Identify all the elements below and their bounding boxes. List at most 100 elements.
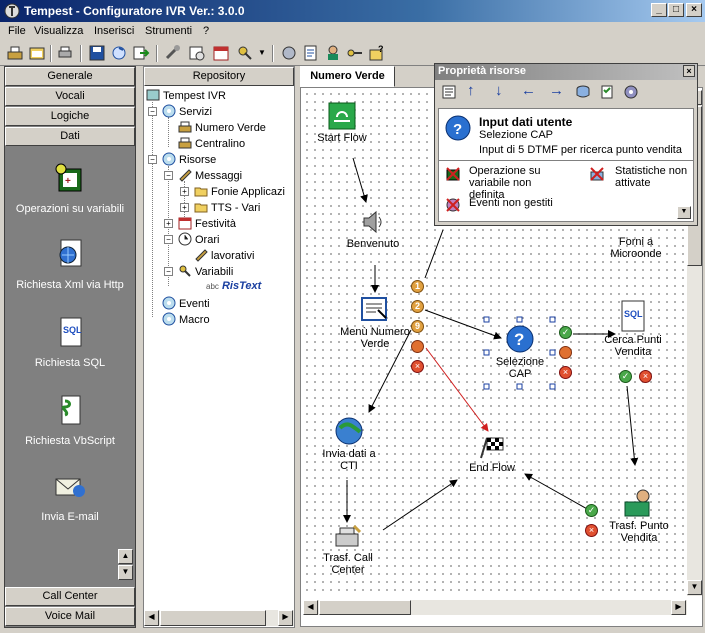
tree-node-festivita[interactable]: Festività: [178, 216, 236, 230]
error-icon[interactable]: ×: [639, 370, 652, 383]
error-icon[interactable]: ×: [559, 366, 572, 379]
gear-icon[interactable]: [623, 84, 639, 100]
tree-node-messaggi[interactable]: Messaggi: [178, 168, 242, 182]
validate-icon[interactable]: [188, 44, 206, 62]
tree-root[interactable]: Tempest IVR: [146, 88, 226, 102]
palette-item-richiesta-xml[interactable]: Richiesta Xml via Http: [5, 237, 135, 291]
node-start-flow[interactable]: Start Flow: [313, 102, 371, 144]
expander-messaggi[interactable]: −: [164, 171, 173, 180]
open-icon[interactable]: [28, 44, 46, 62]
node-benvenuto[interactable]: Benvenuto: [343, 208, 403, 250]
tree-node-numero-verde[interactable]: Numero Verde: [178, 120, 266, 134]
menu-visualizza[interactable]: Visualizza: [34, 25, 83, 37]
expander-festivita[interactable]: +: [164, 219, 173, 228]
scroll-thumb[interactable]: [160, 610, 266, 626]
menu-inserisci[interactable]: Inserisci: [94, 25, 134, 37]
close-button[interactable]: ×: [686, 3, 702, 17]
properties-close-icon[interactable]: ×: [683, 65, 695, 77]
arrow-right-icon[interactable]: →: [549, 82, 564, 99]
category-vocali[interactable]: Vocali: [5, 87, 135, 106]
palette-item-richiesta-sql[interactable]: SQL Richiesta SQL: [5, 315, 135, 369]
expander-tts[interactable]: +: [180, 203, 189, 212]
tree-node-ristext[interactable]: abc RisText: [206, 280, 261, 292]
timeout-icon[interactable]: [411, 340, 424, 353]
palette-scroll-up[interactable]: ▲: [118, 549, 133, 564]
tree-node-risorse[interactable]: Risorse: [162, 152, 216, 166]
properties-expand-button[interactable]: ▼: [677, 206, 691, 219]
error-icon[interactable]: ×: [585, 524, 598, 537]
scroll-thumb[interactable]: [319, 600, 411, 615]
success-icon[interactable]: ✓: [559, 326, 572, 339]
maximize-button[interactable]: □: [668, 3, 684, 17]
help-icon[interactable]: ?: [368, 44, 386, 62]
tree-node-fonie[interactable]: Fonie Applicazi: [194, 184, 285, 198]
category-dati[interactable]: Dati: [5, 127, 135, 146]
save-icon[interactable]: [88, 44, 106, 62]
canvas-hscrollbar[interactable]: ◀ ▶: [303, 600, 687, 615]
choice-badge-1[interactable]: 1: [411, 280, 424, 293]
checklist-icon[interactable]: [599, 84, 615, 100]
scroll-right-button[interactable]: ▶: [671, 600, 686, 615]
palette-item-invia-email[interactable]: Invia E-mail: [5, 469, 135, 523]
expander-variabili[interactable]: −: [164, 267, 173, 276]
menu-strumenti[interactable]: Strumenti: [145, 25, 192, 37]
node-trasf-call-center[interactable]: Trasf. Call Center: [311, 522, 385, 576]
success-icon[interactable]: ✓: [585, 504, 598, 517]
success-icon[interactable]: ✓: [619, 370, 632, 383]
user-icon[interactable]: [324, 44, 342, 62]
category-voice-mail[interactable]: Voice Mail: [5, 607, 135, 626]
tree-node-orari[interactable]: Orari: [178, 232, 219, 246]
new-project-icon[interactable]: [6, 44, 24, 62]
dropdown-arrow-icon[interactable]: ▼: [258, 48, 266, 57]
palette-scroll-down[interactable]: ▼: [118, 565, 133, 580]
node-trasf-punto-vendita[interactable]: Trasf. Punto Vendita: [601, 488, 677, 544]
expander-risorse[interactable]: −: [148, 155, 157, 164]
export-icon[interactable]: [132, 44, 150, 62]
calendar-icon[interactable]: [212, 44, 230, 62]
tree-node-eventi[interactable]: Eventi: [162, 296, 210, 310]
variables-icon[interactable]: [236, 44, 254, 62]
tab-numero-verde[interactable]: Numero Verde: [300, 66, 395, 87]
menu-file[interactable]: File: [8, 25, 26, 37]
tree-node-variabili[interactable]: Variabili: [178, 264, 233, 278]
events-icon[interactable]: [280, 44, 298, 62]
properties-title-bar[interactable]: Proprietà risorse ×: [435, 64, 697, 80]
tree-node-servizi[interactable]: Servizi: [162, 104, 212, 118]
scroll-left-button[interactable]: ◀: [144, 610, 159, 626]
scroll-right-button[interactable]: ▶: [278, 610, 293, 626]
scroll-left-button[interactable]: ◀: [303, 600, 318, 615]
tree-node-macro[interactable]: Macro: [162, 312, 210, 326]
arrow-down-icon[interactable]: ↓: [495, 82, 503, 99]
node-selezione-cap[interactable]: ? Selezione CAP: [489, 324, 551, 380]
node-invia-dati-cti[interactable]: Invia dati a CTI: [317, 416, 381, 472]
category-logiche[interactable]: Logiche: [5, 107, 135, 126]
refresh-icon[interactable]: [110, 44, 128, 62]
node-menu-numero-verde[interactable]: Menù Numero Verde: [337, 296, 413, 350]
scroll-down-button[interactable]: ▼: [687, 580, 702, 595]
minimize-button[interactable]: _: [651, 3, 667, 17]
node-end-flow[interactable]: End Flow: [459, 436, 525, 474]
tools-icon[interactable]: [164, 44, 182, 62]
key-icon[interactable]: [346, 44, 364, 62]
category-generale[interactable]: Generale: [5, 67, 135, 86]
database-icon[interactable]: [575, 84, 591, 100]
error-icon[interactable]: ×: [411, 360, 424, 373]
category-call-center[interactable]: Call Center: [5, 587, 135, 606]
palette-item-richiesta-vbscript[interactable]: Richiesta VbScript: [5, 393, 135, 447]
expander-servizi[interactable]: −: [148, 107, 157, 116]
node-forni-microonde[interactable]: Forni a Microonde: [601, 236, 671, 260]
tree-node-tts[interactable]: TTS - Vari: [194, 200, 260, 214]
expander-orari[interactable]: −: [164, 235, 173, 244]
timeout-icon[interactable]: [559, 346, 572, 359]
print-icon[interactable]: [56, 44, 74, 62]
choice-badge-2[interactable]: 2: [411, 300, 424, 313]
node-cerca-punti-vendita[interactable]: SQL Cerca Punti Vendita: [595, 300, 671, 358]
properties-sheet-icon[interactable]: [441, 84, 457, 100]
menu-help[interactable]: ?: [203, 25, 209, 37]
arrow-left-icon[interactable]: ←: [521, 82, 536, 99]
repository-hscrollbar[interactable]: ◀ ▶: [144, 610, 294, 626]
tree-node-lavorativi[interactable]: lavorativi: [194, 248, 254, 262]
arrow-up-icon[interactable]: ↑: [467, 82, 475, 99]
expander-fonie[interactable]: +: [180, 187, 189, 196]
report-icon[interactable]: [302, 44, 320, 62]
